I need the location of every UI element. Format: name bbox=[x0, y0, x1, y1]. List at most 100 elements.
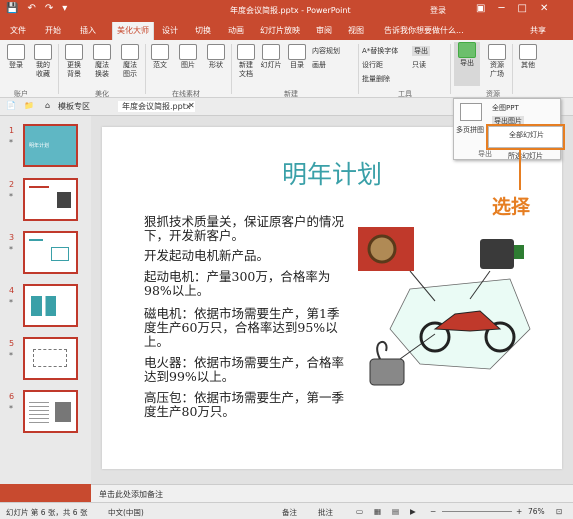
maximize-icon[interactable]: □ bbox=[517, 3, 526, 14]
tab-insert[interactable]: 插入 bbox=[80, 25, 96, 36]
tab-slideshow[interactable]: 幻灯片放映 bbox=[260, 25, 300, 36]
shape-button[interactable]: 形状 bbox=[203, 44, 229, 70]
language-indicator[interactable]: 中文(中国) bbox=[108, 507, 144, 518]
customize-icon[interactable]: ▾ bbox=[62, 3, 67, 14]
content-plan-button[interactable]: 内容规划 bbox=[312, 46, 340, 56]
tab-home[interactable]: 开始 bbox=[45, 25, 61, 36]
image-button[interactable]: 图片 bbox=[175, 44, 201, 70]
gear-icon bbox=[519, 44, 537, 60]
line-spacing-button[interactable]: 设行距 bbox=[362, 60, 383, 70]
magic-outfit-label: 魔法 换装 bbox=[95, 61, 109, 78]
tab-animations[interactable]: 动画 bbox=[228, 25, 244, 36]
zoom-out-icon[interactable]: − bbox=[430, 507, 436, 516]
cdi-box-icon bbox=[480, 239, 514, 269]
login-button[interactable]: 登录 bbox=[4, 44, 28, 70]
divider bbox=[450, 44, 451, 94]
export-small-button[interactable]: 导出 bbox=[412, 46, 430, 56]
zoom-level[interactable]: 76% bbox=[528, 507, 545, 516]
slide-paragraph[interactable]: 高压包：依据市场需要生产，第一季度生产80万只。 bbox=[144, 391, 344, 419]
puzzle-icon[interactable] bbox=[460, 103, 482, 121]
new-document-button[interactable]: 新建 文档 bbox=[233, 44, 259, 79]
reading-view-icon[interactable]: ▤ bbox=[392, 507, 399, 516]
slide-paragraph[interactable]: 狠抓技术质量关，保证原客户的情况下，开发新客户。 bbox=[144, 215, 344, 243]
close-tab-icon[interactable]: ✕ bbox=[188, 101, 195, 110]
thumb-image bbox=[57, 192, 71, 208]
thumb-text bbox=[29, 402, 49, 424]
home-icon[interactable]: ⌂ bbox=[45, 101, 50, 110]
thumb-number: 4 bbox=[9, 286, 15, 295]
export-section-label: 导出 bbox=[478, 150, 492, 158]
thumbnail-slide-5[interactable] bbox=[23, 337, 78, 380]
status-bar: 幻灯片 第 6 张，共 6 张 中文(中国) 备注 批注 ▭ ▦ ▤ ▶ − +… bbox=[0, 502, 573, 519]
resource-plaza-button[interactable]: 资源 广场 bbox=[484, 44, 510, 79]
thumb-star: * bbox=[9, 298, 13, 307]
toc-button[interactable]: 目录 bbox=[285, 44, 309, 70]
full-image-ppt-item[interactable]: 全图PPT bbox=[492, 103, 519, 113]
tab-transitions[interactable]: 切换 bbox=[195, 25, 211, 36]
batch-delete-button[interactable]: 批量删除 bbox=[362, 74, 390, 84]
notes-pane[interactable]: 单击此处添加备注 bbox=[91, 484, 573, 502]
thumbnail-slide-4[interactable] bbox=[23, 284, 78, 327]
slide-button[interactable]: 幻灯片 bbox=[259, 44, 283, 70]
document-icon bbox=[237, 44, 255, 60]
template-icon bbox=[151, 44, 169, 60]
vertical-scrollbar[interactable] bbox=[562, 116, 573, 484]
export-button[interactable]: 导出 bbox=[454, 42, 480, 86]
toc-label: 目录 bbox=[290, 61, 304, 69]
tab-design[interactable]: 设计 bbox=[162, 25, 178, 36]
sorter-view-icon[interactable]: ▦ bbox=[374, 507, 381, 516]
selected-slides-item[interactable]: 所选幻灯片 bbox=[508, 151, 543, 161]
zoom-slider[interactable] bbox=[442, 511, 512, 512]
new-tab-icon[interactable]: 📄 bbox=[6, 101, 16, 110]
replace-font-button[interactable]: A*替换字体 bbox=[362, 46, 398, 56]
fit-slide-icon[interactable]: ⊡ bbox=[556, 507, 562, 516]
divider bbox=[145, 44, 146, 94]
tab-file[interactable]: 文件 bbox=[10, 25, 26, 36]
album-button[interactable]: 画册 bbox=[312, 60, 326, 70]
thumbnail-slide-2[interactable] bbox=[23, 178, 78, 221]
multi-page-collage-item[interactable]: 多页拼图 bbox=[456, 125, 484, 135]
change-background-button[interactable]: 更换 背景 bbox=[61, 44, 87, 79]
share-button[interactable]: 共享 bbox=[530, 25, 546, 36]
slide-paragraph[interactable]: 开发起动电机新产品。 bbox=[144, 249, 344, 263]
magic-diagram-button[interactable]: 魔法 图示 bbox=[117, 44, 143, 79]
close-icon[interactable]: ✕ bbox=[540, 3, 548, 14]
doc-tab-template-zone[interactable]: 模板专区 bbox=[58, 101, 90, 112]
user-icon bbox=[7, 44, 25, 60]
undo-icon[interactable]: ↶ bbox=[27, 3, 35, 14]
redo-icon[interactable]: ↷ bbox=[45, 3, 53, 14]
motorcycle-parts-illustration[interactable] bbox=[350, 219, 558, 399]
other-button[interactable]: 其他 bbox=[516, 44, 540, 70]
export-icon bbox=[458, 42, 476, 58]
thumbnail-slide-1[interactable]: 明年计划 bbox=[23, 124, 78, 167]
readonly-button[interactable]: 只读 bbox=[412, 60, 426, 70]
thumb-bar bbox=[29, 239, 43, 241]
slide-paragraph[interactable]: 起动电机：产量300万，合格率为98%以上。 bbox=[144, 270, 344, 298]
folder-icon[interactable]: 📁 bbox=[24, 101, 34, 110]
tab-beautify-master[interactable]: 美化大师 bbox=[112, 22, 154, 40]
tab-review[interactable]: 审阅 bbox=[316, 25, 332, 36]
doc-tab-file[interactable]: 年度会议简报.pptx bbox=[118, 101, 195, 112]
current-slide[interactable]: 明年计划 狠抓技术质量关，保证原客户的情况下，开发新客户。 开发起动电机新产品。… bbox=[102, 127, 562, 469]
comments-toggle[interactable]: 批注 bbox=[318, 507, 333, 518]
ribbon-options-icon[interactable]: ▣ bbox=[476, 3, 485, 14]
favorites-button[interactable]: 我的 收藏 bbox=[30, 44, 56, 79]
thumbnail-slide-3[interactable] bbox=[23, 231, 78, 274]
normal-view-icon[interactable]: ▭ bbox=[356, 507, 363, 516]
notes-toggle[interactable]: 备注 bbox=[282, 507, 297, 518]
slide-paragraph[interactable]: 电火器：依据市场需要生产，合格率达到99%以上。 bbox=[144, 356, 344, 384]
slide-title[interactable]: 明年计划 bbox=[102, 155, 562, 191]
slide-paragraph[interactable]: 磁电机：依据市场需要生产，第1季度生产60万只，合格率达到95%以上。 bbox=[144, 307, 344, 349]
zoom-in-icon[interactable]: + bbox=[516, 507, 522, 516]
magic-outfit-button[interactable]: 魔法 换装 bbox=[89, 44, 115, 79]
minimize-icon[interactable]: ─ bbox=[498, 3, 504, 14]
save-icon[interactable]: 💾 bbox=[6, 3, 18, 14]
shirt-icon bbox=[93, 44, 111, 60]
slide-thumbnails-pane: 1 * 明年计划 2 * 3 * 4 * 5 * 6 * bbox=[0, 116, 91, 484]
login-link[interactable]: 登录 bbox=[430, 5, 446, 16]
slideshow-view-icon[interactable]: ▶ bbox=[410, 507, 416, 516]
thumbnail-slide-6[interactable] bbox=[23, 390, 78, 433]
tab-view[interactable]: 视图 bbox=[348, 25, 364, 36]
tell-me-search[interactable]: 告诉我你想要做什么... bbox=[384, 25, 464, 36]
template-button[interactable]: 范文 bbox=[147, 44, 173, 70]
